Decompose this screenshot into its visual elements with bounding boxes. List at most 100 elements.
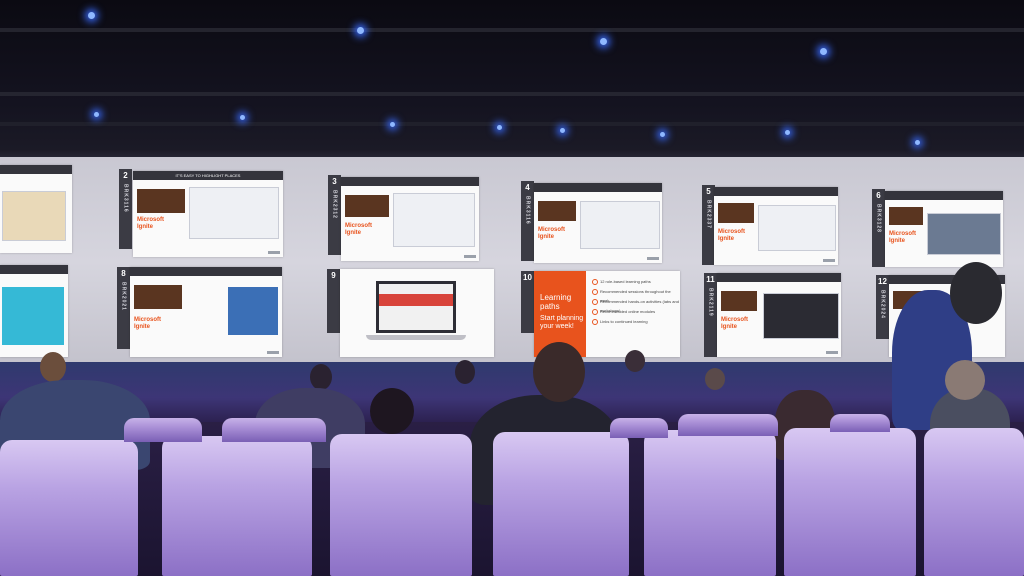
stage-spotlight — [357, 27, 364, 34]
slide-header — [0, 265, 68, 274]
stage-spotlight — [94, 112, 99, 117]
list-item: Links to continued learning — [592, 317, 680, 327]
session-slide: Microsoft Ignite — [717, 273, 841, 357]
stage-spotlight — [240, 115, 245, 120]
illustration-image — [2, 287, 64, 345]
slide-number-badge: 6 BRK3128 — [872, 189, 885, 267]
audience-head — [310, 364, 332, 390]
microsoft-logo-icon — [268, 251, 280, 254]
list-item: Recommended hands-on activities (labs an… — [592, 297, 680, 313]
speaker-thumbnail — [134, 285, 182, 309]
speaker-thumbnail — [538, 201, 576, 221]
slide-number-badge: 9 — [327, 269, 340, 333]
stage-spotlight — [560, 128, 565, 133]
laptop-base — [366, 335, 466, 340]
slide-number-badge: 4 BRK3116 — [521, 181, 534, 261]
session-slide: Microsoft Ignite — [885, 191, 1003, 267]
slide-screenshot — [580, 201, 660, 249]
slide-number-badge: 10 — [521, 271, 534, 333]
slide-header — [130, 267, 282, 276]
learning-paths-title: Learning paths — [540, 293, 572, 311]
brand-title: Microsoft Ignite — [538, 227, 565, 240]
slide-screenshot — [927, 213, 1001, 255]
audience-head — [533, 342, 585, 402]
audience-head — [455, 360, 475, 384]
audience-head — [40, 352, 66, 382]
session-slide: Microsoft Ignite — [534, 183, 662, 263]
brand-title: Microsoft Ignite — [134, 317, 161, 330]
slide-screenshot — [2, 191, 66, 241]
session-slide — [0, 265, 68, 357]
seat-back — [924, 428, 1024, 576]
microsoft-logo-icon — [647, 257, 659, 260]
standing-person-head — [950, 262, 1002, 324]
session-slide: Microsoft Ignite — [714, 187, 838, 265]
conference-hall-photo: 2 BRK3116 IT'S EASY TO HIGHLIGHT PLACES M… — [0, 0, 1024, 576]
slide-screenshot — [393, 193, 475, 247]
slide-screenshot — [763, 293, 839, 339]
projection-wall: 2 BRK3116 IT'S EASY TO HIGHLIGHT PLACES M… — [0, 157, 1024, 367]
slide-header — [341, 177, 479, 186]
stage-spotlight — [390, 122, 395, 127]
learning-paths-subtitle: Start planning your week! — [540, 315, 584, 330]
slide-screenshot — [189, 187, 279, 239]
session-slide — [340, 269, 494, 357]
slide-header — [0, 165, 72, 174]
session-slide: Microsoft Ignite — [341, 177, 479, 261]
stage-spotlight — [88, 12, 95, 19]
seat-back — [162, 436, 312, 576]
audience-head — [370, 388, 414, 434]
slide-header — [714, 187, 838, 196]
brand-title: Microsoft Ignite — [718, 229, 745, 242]
session-slide: Microsoft Ignite — [130, 267, 282, 357]
brand-title: Microsoft Ignite — [137, 217, 164, 230]
speaker-thumbnail — [718, 203, 754, 223]
seat-back — [222, 418, 326, 442]
brand-title: Microsoft Ignite — [345, 223, 372, 236]
slide-header — [717, 273, 841, 282]
slide-number-badge: 12 BRK2024 — [876, 275, 889, 339]
website-preview — [379, 284, 453, 330]
seat-back — [0, 440, 138, 576]
stage-spotlight — [660, 132, 665, 137]
stage-spotlight — [785, 130, 790, 135]
microsoft-logo-icon — [826, 351, 838, 354]
seat-back — [610, 418, 668, 438]
list-item: 12 role-based learning paths — [592, 277, 680, 287]
session-slide — [0, 165, 72, 253]
seat-back — [678, 414, 778, 436]
speaker-thumbnail — [345, 195, 389, 217]
seat-back — [124, 418, 202, 442]
microsoft-logo-icon — [823, 259, 835, 262]
audience-head — [705, 368, 725, 390]
stage-spotlight — [915, 140, 920, 145]
seat-back — [644, 430, 776, 576]
slide-header — [885, 191, 1003, 200]
slide-header: IT'S EASY TO HIGHLIGHT PLACES — [133, 171, 283, 180]
slide-number-badge: 8 BRK2021 — [117, 267, 130, 349]
slide-header — [534, 183, 662, 192]
learning-paths-list: 12 role-based learning paths Recommended… — [592, 277, 680, 327]
slide-screenshot — [758, 205, 836, 251]
session-slide: IT'S EASY TO HIGHLIGHT PLACES Microsoft I… — [133, 171, 283, 257]
list-item: Recommended online modules — [592, 307, 680, 317]
brand-title: Microsoft Ignite — [889, 231, 916, 244]
seat-back — [330, 434, 472, 576]
ceiling-truss — [0, 28, 1024, 32]
slide-number-badge: 3 BRK2312 — [328, 175, 341, 255]
stage-spotlight — [600, 38, 607, 45]
audience-head — [625, 350, 645, 372]
seat-back — [784, 428, 916, 576]
microsoft-logo-icon — [267, 351, 279, 354]
speaker-thumbnail — [137, 189, 185, 213]
stage-spotlight — [820, 48, 827, 55]
seat-back — [830, 414, 890, 432]
list-item: Recommended sessions throughout the week — [592, 287, 680, 303]
brand-title: Microsoft Ignite — [721, 317, 748, 330]
audience-head — [945, 360, 985, 400]
ceiling-truss — [0, 122, 1024, 126]
slide-number-badge: 2 BRK3116 — [119, 169, 132, 249]
microsoft-logo-icon — [464, 255, 476, 258]
photo-image — [228, 287, 278, 335]
speaker-thumbnail — [721, 291, 757, 311]
